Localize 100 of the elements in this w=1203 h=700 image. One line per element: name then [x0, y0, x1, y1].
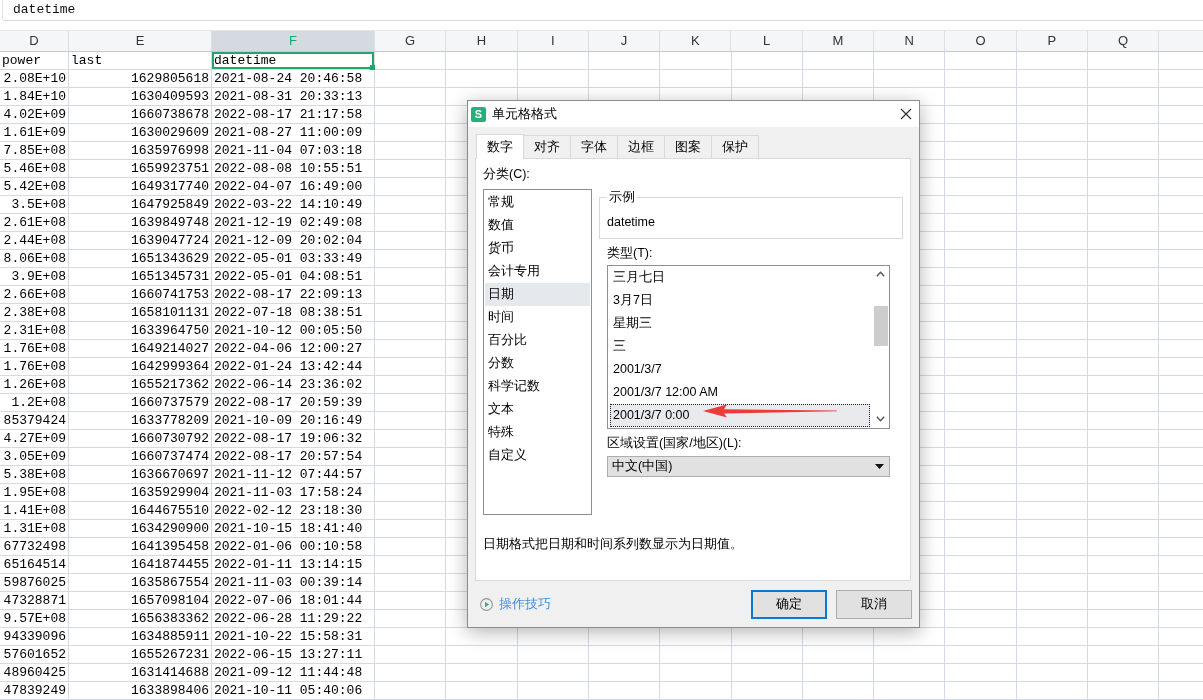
- formula-input[interactable]: datetime: [2, 0, 1203, 21]
- format-type-item[interactable]: 三: [610, 335, 870, 358]
- table-cell: 2021-11-12 07:44:57: [212, 466, 375, 484]
- table-cell: 65164514: [0, 556, 69, 574]
- table-cell: 2021-12-19 02:49:08: [212, 214, 375, 232]
- table-cell: 5.38E+08: [0, 466, 69, 484]
- table-cell: 1636670697: [69, 466, 212, 484]
- scrollbar-thumb[interactable]: [873, 306, 888, 346]
- table-cell: 1649214027: [69, 340, 212, 358]
- column-header[interactable]: I: [517, 31, 589, 51]
- category-item[interactable]: 常规: [485, 191, 590, 214]
- column-header[interactable]: O: [945, 31, 1017, 51]
- table-cell: 2021-11-03 17:58:24: [212, 484, 375, 502]
- table-cell: 4.27E+09: [0, 430, 69, 448]
- table-cell: 1639047724: [69, 232, 212, 250]
- format-type-item[interactable]: 三月七日: [610, 266, 870, 289]
- category-item[interactable]: 数值: [485, 214, 590, 237]
- category-item[interactable]: 日期: [485, 283, 590, 306]
- category-item[interactable]: 百分比: [485, 329, 590, 352]
- table-cell: 2022-01-11 13:14:15: [212, 556, 375, 574]
- table-cell: 2021-09-12 11:44:48: [212, 664, 375, 682]
- column-header[interactable]: K: [660, 31, 732, 51]
- table-cell: 2021-10-22 15:58:31: [212, 628, 375, 646]
- category-item[interactable]: 特殊: [485, 421, 590, 444]
- table-cell: 1660737474: [69, 448, 212, 466]
- format-type-item[interactable]: 星期三: [610, 312, 870, 335]
- table-cell: 2022-07-06 18:01:44: [212, 592, 375, 610]
- table-cell: 2022-01-24 13:42:44: [212, 358, 375, 376]
- table-cell: 1659923751: [69, 160, 212, 178]
- table-cell: 1660730792: [69, 430, 212, 448]
- table-cell: 1635929904: [69, 484, 212, 502]
- format-type-item[interactable]: 2001/3/7 0:00: [610, 404, 870, 427]
- table-cell: 1.41E+08: [0, 502, 69, 520]
- table-cell: 2022-08-17 21:17:58: [212, 106, 375, 124]
- fill-handle[interactable]: [370, 65, 375, 70]
- table-cell: 1660737579: [69, 394, 212, 412]
- table-cell: 2021-08-24 20:46:58: [212, 70, 375, 88]
- category-item[interactable]: 自定义: [485, 444, 590, 467]
- table-cell: 1.31E+08: [0, 520, 69, 538]
- table-cell: 1639849748: [69, 214, 212, 232]
- close-icon[interactable]: [900, 108, 912, 120]
- table-cell: 1655267231: [69, 646, 212, 664]
- table-cell: 57601652: [0, 646, 69, 664]
- table-cell: 2.66E+08: [0, 286, 69, 304]
- table-cell: 8.06E+08: [0, 250, 69, 268]
- field-label: 区域设置(国家/地区)(L):: [607, 435, 743, 451]
- table-cell: 2021-10-09 20:16:49: [212, 412, 375, 430]
- table-cell: 4.02E+09: [0, 106, 69, 124]
- table-cell: 47328871: [0, 592, 69, 610]
- format-type-item[interactable]: 2001/3/7 12:00 AM: [610, 381, 870, 404]
- category-item[interactable]: 时间: [485, 306, 590, 329]
- table-cell: 2.44E+08: [0, 232, 69, 250]
- table-cell: 2022-05-01 03:33:49: [212, 250, 375, 268]
- column-header[interactable]: M: [802, 31, 875, 51]
- table-cell: 1.26E+08: [0, 376, 69, 394]
- column-header[interactable]: H: [446, 31, 518, 51]
- tab[interactable]: 保护: [711, 135, 759, 158]
- table-cell: 2022-08-17 20:57:54: [212, 448, 375, 466]
- category-item[interactable]: 货币: [485, 237, 590, 260]
- table-cell: 2022-05-01 04:08:51: [212, 268, 375, 286]
- category-item[interactable]: 分数: [485, 352, 590, 375]
- table-cell: 1642999364: [69, 358, 212, 376]
- chevron-up-icon[interactable]: [876, 271, 885, 277]
- column-header[interactable]: L: [731, 31, 803, 51]
- table-cell: last: [69, 52, 212, 70]
- sample-text: datetime: [607, 214, 656, 230]
- column-header[interactable]: J: [588, 31, 661, 51]
- category-item[interactable]: 科学记数: [485, 375, 590, 398]
- table-cell: 1655217362: [69, 376, 212, 394]
- dialog-title: 单元格格式: [492, 106, 558, 122]
- ok-button[interactable]: 确定: [751, 590, 827, 619]
- column-header[interactable]: D: [0, 31, 69, 51]
- table-cell: 9.57E+08: [0, 610, 69, 628]
- column-header[interactable]: G: [375, 31, 447, 51]
- chevron-down-icon[interactable]: [876, 416, 885, 422]
- format-type-item[interactable]: 3月7日: [610, 289, 870, 312]
- column-header[interactable]: P: [1016, 31, 1088, 51]
- column-header[interactable]: N: [874, 31, 946, 51]
- cancel-button[interactable]: 取消: [836, 590, 912, 619]
- category-item[interactable]: 文本: [485, 398, 590, 421]
- format-type-item[interactable]: 2001/3/7: [610, 358, 870, 381]
- table-cell: 5.46E+08: [0, 160, 69, 178]
- table-cell: 2.31E+08: [0, 322, 69, 340]
- table-cell: 3.05E+09: [0, 448, 69, 466]
- table-cell: 2022-02-12 23:18:30: [212, 502, 375, 520]
- table-cell: 1.76E+08: [0, 340, 69, 358]
- table-cell: 1651345731: [69, 268, 212, 286]
- table-cell: 1.95E+08: [0, 484, 69, 502]
- table-cell: 67732498: [0, 538, 69, 556]
- table-cell: 1635976998: [69, 142, 212, 160]
- table-cell: 1633778209: [69, 412, 212, 430]
- category-item[interactable]: 会计专用: [485, 260, 590, 283]
- table-cell: 1633964750: [69, 322, 212, 340]
- tab[interactable]: 数字: [476, 134, 524, 159]
- table-cell: 2022-06-28 11:29:22: [212, 610, 375, 628]
- column-header[interactable]: Q: [1087, 31, 1160, 51]
- table-cell: 7.85E+08: [0, 142, 69, 160]
- table-cell: 1.84E+10: [0, 88, 69, 106]
- locale-dropdown[interactable]: 中文(中国): [607, 456, 890, 477]
- table-cell: 5.42E+08: [0, 178, 69, 196]
